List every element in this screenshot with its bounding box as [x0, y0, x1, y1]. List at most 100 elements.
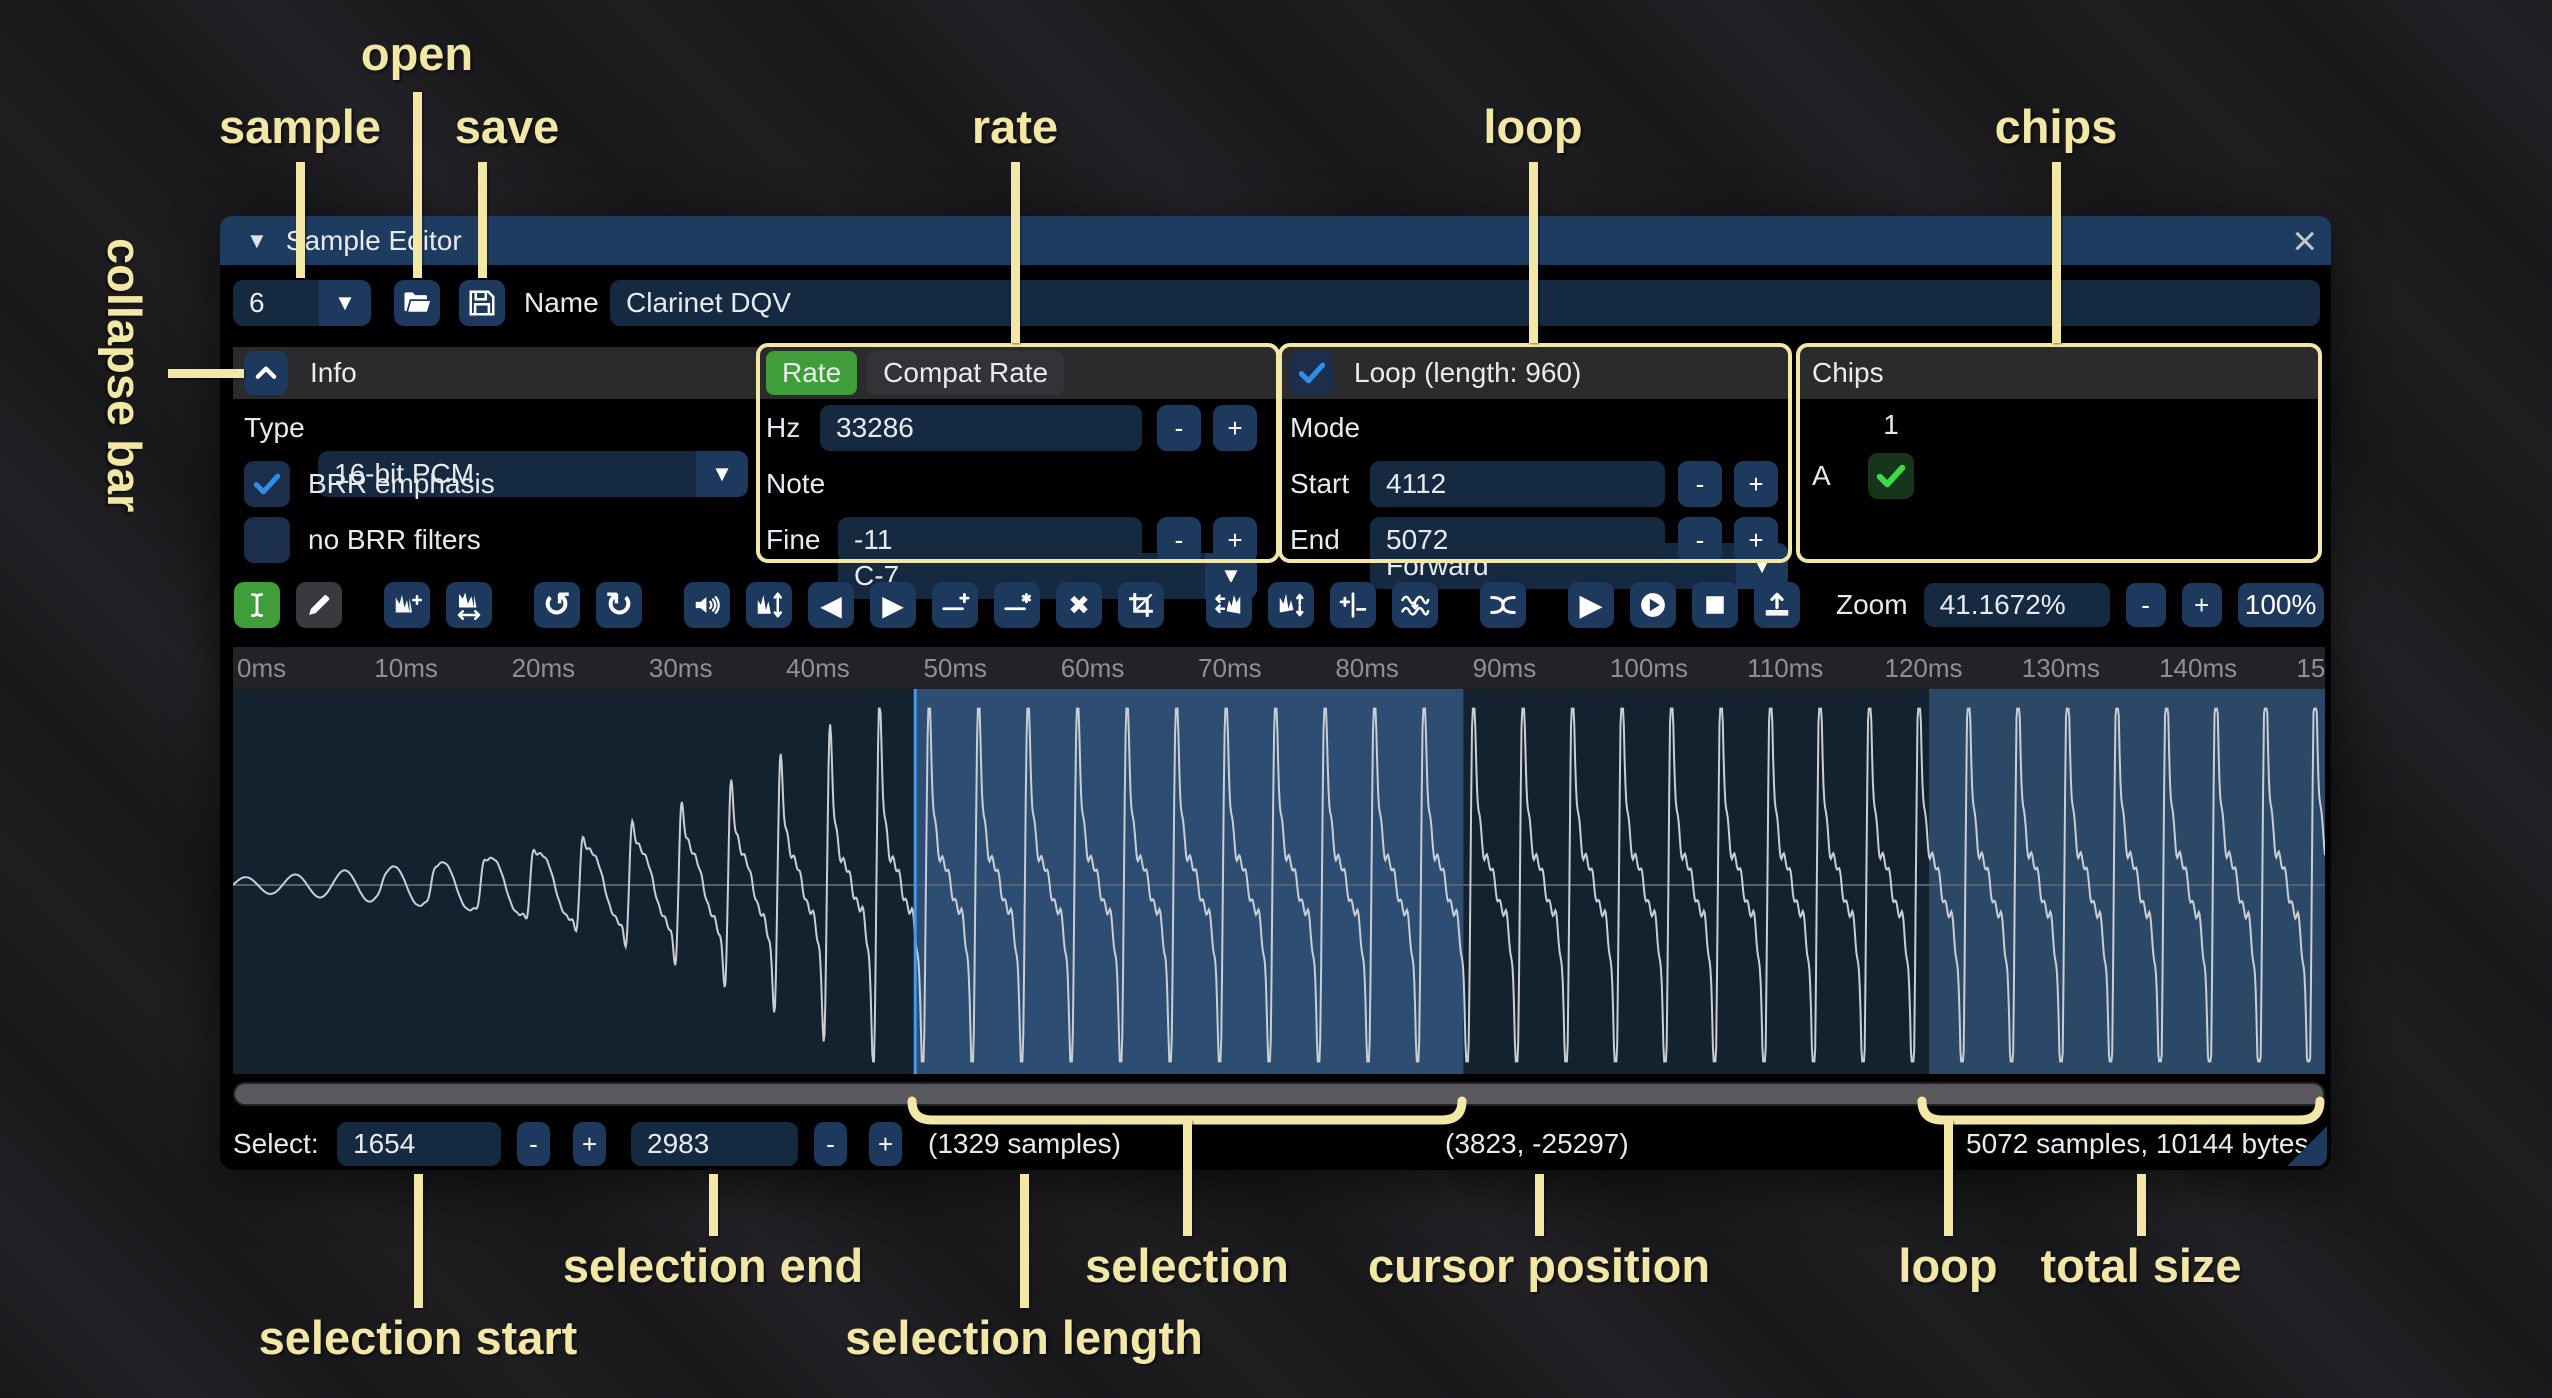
annotation-chips-line — [2052, 162, 2061, 343]
selection-start-input[interactable]: 1654 — [337, 1122, 501, 1166]
collapse-bar-button[interactable] — [244, 351, 288, 395]
hz-minus-button[interactable]: - — [1157, 405, 1201, 451]
undo-button[interactable]: ↺ — [534, 582, 580, 628]
redo-button[interactable]: ↻ — [596, 582, 642, 628]
chip-assign-checkbox[interactable] — [1868, 453, 1914, 499]
chevron-down-icon[interactable]: ▼ — [319, 280, 371, 326]
annotation-selection-start: selection start — [259, 1310, 578, 1365]
crop-icon — [1126, 590, 1156, 620]
timeline-ruler[interactable]: 0ms10ms20ms30ms40ms50ms60ms70ms80ms90ms1… — [233, 647, 2325, 689]
selection-start-minus-button[interactable]: - — [517, 1122, 550, 1166]
annotation-rate-line — [1011, 162, 1020, 343]
loop-enable-checkbox[interactable] — [1290, 351, 1334, 395]
make-wavetable-button[interactable] — [1754, 582, 1800, 628]
timeline-tick-label: 130ms — [2022, 653, 2100, 684]
invert-button[interactable] — [1268, 582, 1314, 628]
annotation-selection: selection — [1085, 1238, 1289, 1293]
annotation-selection-length: selection length — [845, 1310, 1203, 1365]
amplify-button[interactable] — [684, 582, 730, 628]
annotation-selection-line — [1183, 1120, 1192, 1236]
timeline-tick-label: 100ms — [1610, 653, 1688, 684]
annotation-total-size: total size — [2040, 1238, 2241, 1293]
selection-end-plus-button[interactable]: + — [869, 1122, 902, 1166]
loop-end-label: End — [1290, 517, 1340, 563]
selection-end-input[interactable]: 2983 — [631, 1122, 798, 1166]
loop-end-plus-button[interactable]: + — [1734, 517, 1778, 563]
annotation-total-size-line — [2137, 1174, 2146, 1236]
zoom-reset-button[interactable]: 100% — [2238, 583, 2324, 627]
selection-region — [915, 689, 1463, 1074]
resample-button[interactable] — [384, 582, 430, 628]
loop-start-input[interactable]: 4112 — [1370, 461, 1665, 507]
hz-label: Hz — [766, 405, 800, 451]
annotation-loop: loop — [1483, 99, 1582, 154]
filter-waves-icon — [1400, 590, 1430, 620]
pencil-icon — [305, 591, 333, 619]
preview-button[interactable]: ▶ — [1568, 582, 1614, 628]
crossfade-icon — [1488, 590, 1518, 620]
zoom-input[interactable]: 41.1672% — [1924, 583, 2110, 627]
loop-start-minus-button[interactable]: - — [1678, 461, 1722, 507]
sample-name-input[interactable]: Clarinet DQV — [610, 280, 2320, 326]
insert-silence-button[interactable] — [932, 582, 978, 628]
timeline-tick-label: 90ms — [1473, 653, 1537, 684]
stretch-button[interactable] — [446, 582, 492, 628]
apply-silence-button[interactable] — [994, 582, 1040, 628]
timeline-tick-label: 120ms — [1884, 653, 1962, 684]
selection-end-minus-button[interactable]: - — [814, 1122, 847, 1166]
sample-select-dropdown[interactable]: 6 ▼ — [233, 280, 371, 326]
brr-emphasis-checkbox[interactable] — [244, 461, 290, 507]
reverse-button[interactable] — [1206, 582, 1252, 628]
timeline-tick-label: 80ms — [1335, 653, 1399, 684]
fine-minus-button[interactable]: - — [1157, 517, 1201, 563]
annotation-selection-length-line — [1020, 1174, 1029, 1308]
ibeam-cursor-icon — [243, 591, 271, 619]
window-collapse-icon[interactable]: ▼ — [246, 228, 268, 254]
crossfade-button[interactable] — [1480, 582, 1526, 628]
sample-index-value: 6 — [233, 287, 319, 319]
fine-input[interactable]: -11 — [838, 517, 1142, 563]
hz-plus-button[interactable]: + — [1213, 405, 1257, 451]
delete-button[interactable]: ✖ — [1056, 582, 1102, 628]
rate-header: Rate Compat Rate — [760, 347, 1276, 399]
loop-start-plus-button[interactable]: + — [1734, 461, 1778, 507]
fade-out-button[interactable]: ▶ — [870, 582, 916, 628]
mode-label: Mode — [1290, 405, 1360, 451]
selection-start-plus-button[interactable]: + — [573, 1122, 606, 1166]
no-brr-filters-checkbox[interactable] — [244, 517, 290, 563]
waveform-display[interactable] — [233, 689, 2325, 1074]
delete-icon: ✖ — [1068, 590, 1090, 621]
edit-mode-draw-button[interactable] — [296, 582, 342, 628]
tab-rate[interactable]: Rate — [766, 351, 857, 395]
fine-plus-button[interactable]: + — [1213, 517, 1257, 563]
stop-button[interactable] — [1692, 582, 1738, 628]
resize-grip[interactable] — [2287, 1126, 2327, 1166]
title-bar[interactable]: ▼ Sample Editor × — [220, 216, 2331, 265]
silence-insert-icon — [940, 590, 970, 620]
hz-input[interactable]: 33286 — [820, 405, 1142, 451]
timeline-tick-label: 60ms — [1061, 653, 1125, 684]
annotation-selection-end-line — [709, 1174, 718, 1236]
trim-button[interactable] — [1118, 582, 1164, 628]
preview-from-cursor-button[interactable] — [1630, 582, 1676, 628]
open-sample-button[interactable] — [394, 280, 440, 326]
normalize-button[interactable] — [746, 582, 792, 628]
annotation-sample: sample — [219, 99, 381, 154]
loop-end-minus-button[interactable]: - — [1678, 517, 1722, 563]
annotation-selection-start-line — [414, 1174, 423, 1308]
tab-compat-rate[interactable]: Compat Rate — [867, 351, 1064, 395]
filter-button[interactable] — [1392, 582, 1438, 628]
silence-apply-icon — [1002, 590, 1032, 620]
chevron-down-icon[interactable]: ▼ — [696, 451, 748, 497]
save-sample-button[interactable] — [459, 280, 505, 326]
signedness-button[interactable] — [1330, 582, 1376, 628]
speaker-icon — [692, 590, 722, 620]
loop-end-input[interactable]: 5072 — [1370, 517, 1665, 563]
zoom-in-button[interactable]: + — [2182, 583, 2222, 627]
zoom-out-button[interactable]: - — [2126, 583, 2166, 627]
close-icon[interactable]: × — [2292, 216, 2317, 265]
annotation-loop-bottom-line — [1944, 1120, 1953, 1236]
edit-mode-select-button[interactable] — [234, 582, 280, 628]
loop-start-label: Start — [1290, 461, 1349, 507]
fade-in-button[interactable]: ◀ — [808, 582, 854, 628]
